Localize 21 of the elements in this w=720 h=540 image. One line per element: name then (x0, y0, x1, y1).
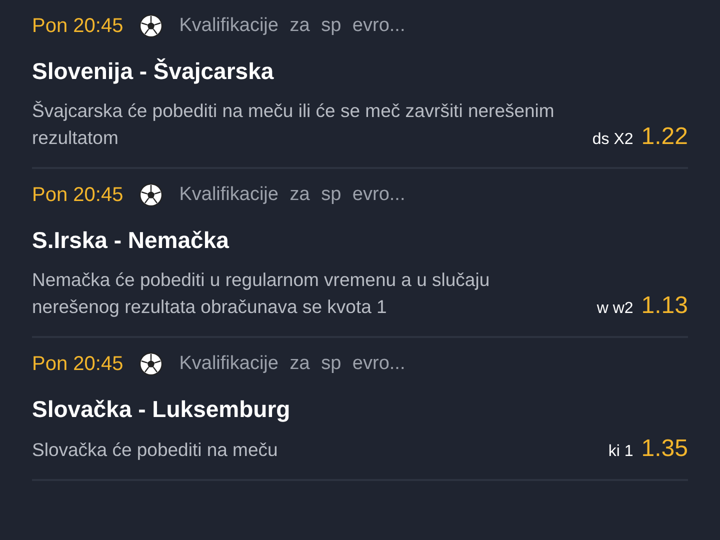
match-time: Pon 20:45 (32, 184, 124, 206)
match-teams: Slovačka - Luksemburg (32, 396, 290, 423)
odds-value[interactable]: 1.35 (641, 435, 688, 463)
bet-type: ki 1 (608, 443, 634, 461)
bet-description: Nemačka će pobediti u regularnom vremenu a u slučaju nerešenog rezultata obračunava se kvota 1 (32, 268, 491, 319)
soccer-ball-icon (139, 14, 164, 38)
bet-description: Švajcarska će pobediti na meču ili će se meč završiti nerešenim rezultatom (32, 99, 556, 150)
bet-type: ds X2 (592, 131, 634, 149)
match-teams: S.Irska - Nemačka (32, 227, 229, 254)
soccer-ball-icon (139, 183, 164, 207)
bet-type: w w2 (596, 300, 634, 318)
match-time: Pon 20:45 (32, 352, 124, 376)
odds-value[interactable]: 1.13 (641, 292, 688, 320)
league-name: Kvalifikacije za sp evro... (179, 184, 406, 206)
soccer-ball-icon (139, 352, 164, 376)
odds-value[interactable]: 1.22 (641, 123, 688, 151)
league-name: Kvalifikacije za sp evro... (179, 353, 406, 375)
bet-description: Slovačka će pobediti na meču (32, 438, 279, 462)
match-time: Pon 20:45 (32, 14, 124, 38)
match-teams: Slovenija - Švajcarska (32, 58, 274, 85)
league-name: Kvalifikacije za sp evro... (179, 15, 406, 37)
